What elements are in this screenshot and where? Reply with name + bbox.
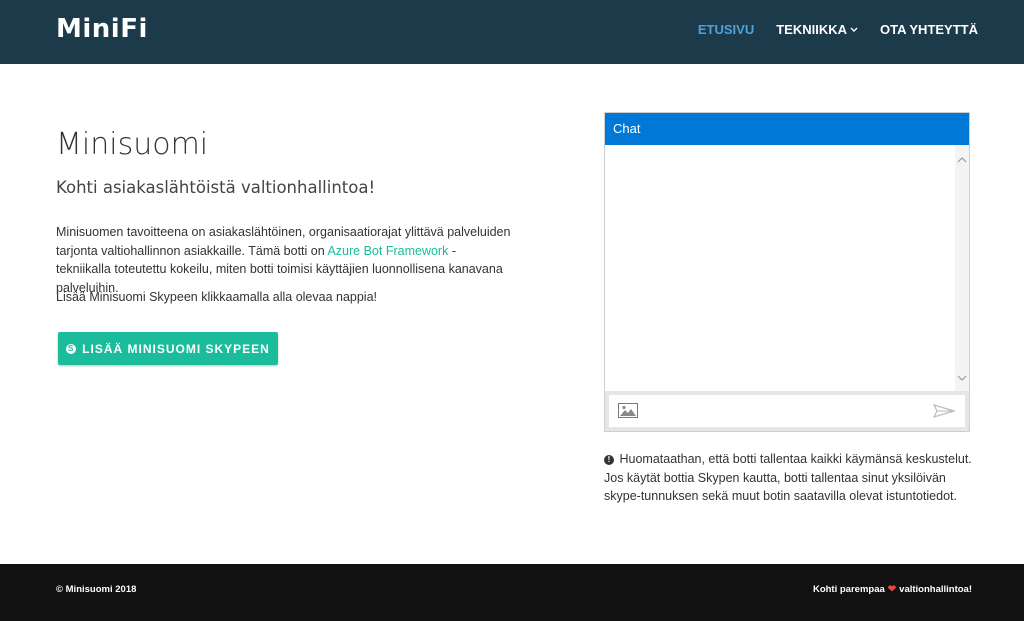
nav-item-label: OTA YHTEYTTÄ xyxy=(880,22,978,37)
main-nav: ETUSIVU TEKNIIKKA OTA YHTEYTTÄ xyxy=(698,22,978,37)
footer: © Minisuomi 2018 Kohti parempaa ❤ valtio… xyxy=(0,564,1024,621)
nav-item-label: ETUSIVU xyxy=(697,22,755,37)
slogan-start: Kohti parempaa xyxy=(812,584,885,595)
image-upload-icon[interactable] xyxy=(618,403,638,418)
chevron-down-icon xyxy=(850,27,858,32)
page-subtitle: Kohti asiakaslähtöistä valtionhallintoa! xyxy=(56,178,376,197)
nav-item-ota-yhteytta[interactable]: OTA YHTEYTTÄ xyxy=(880,22,978,37)
skype-instruction: Lisää Minisuomi Skypeen klikkaamalla all… xyxy=(56,290,378,304)
nav-item-etusivu[interactable]: ETUSIVU xyxy=(698,22,754,37)
scroll-down-icon[interactable] xyxy=(955,371,969,385)
chat-message-area xyxy=(605,145,969,393)
info-icon: ! xyxy=(604,455,614,465)
send-icon[interactable] xyxy=(933,404,955,418)
nav-item-label: TEKNIIKKA xyxy=(776,22,848,37)
footer-slogan: Kohti parempaa ❤ valtionhallintoa! xyxy=(813,584,972,595)
azure-bot-framework-link[interactable]: Azure Bot Framework xyxy=(327,244,448,258)
add-to-skype-button[interactable]: S LISÄÄ MINISUOMI SKYPEEN xyxy=(58,332,278,365)
chat-input-container xyxy=(609,395,965,427)
intro-paragraph: Minisuomen tavoitteena on asiakaslähtöin… xyxy=(56,223,511,297)
nav-item-tekniikka[interactable]: TEKNIIKKA xyxy=(776,22,858,37)
copyright-text: © Minisuomi 2018 xyxy=(56,584,137,595)
chat-header: Chat xyxy=(605,113,969,145)
navbar: MiniFi ETUSIVU TEKNIIKKA OTA YHTEYTTÄ xyxy=(0,0,1024,64)
brand-logo[interactable]: MiniFi xyxy=(56,14,148,44)
chat-input-bar xyxy=(605,391,969,431)
skype-icon: S xyxy=(66,343,77,354)
chat-privacy-notice: ! Huomataathan, että botti tallentaa kai… xyxy=(604,450,976,506)
heart-icon: ❤ xyxy=(887,584,897,595)
scroll-up-icon[interactable] xyxy=(955,153,969,167)
add-to-skype-label: LISÄÄ MINISUOMI SKYPEEN xyxy=(82,341,270,356)
notice-text: Huomataathan, että botti tallentaa kaikk… xyxy=(604,452,972,503)
chat-message-input[interactable] xyxy=(647,401,921,423)
chat-scrollbar[interactable] xyxy=(955,145,969,393)
page-title: Minisuomi xyxy=(56,127,209,162)
chat-widget: Chat xyxy=(604,112,970,432)
slogan-end: valtionhallintoa! xyxy=(899,584,972,595)
